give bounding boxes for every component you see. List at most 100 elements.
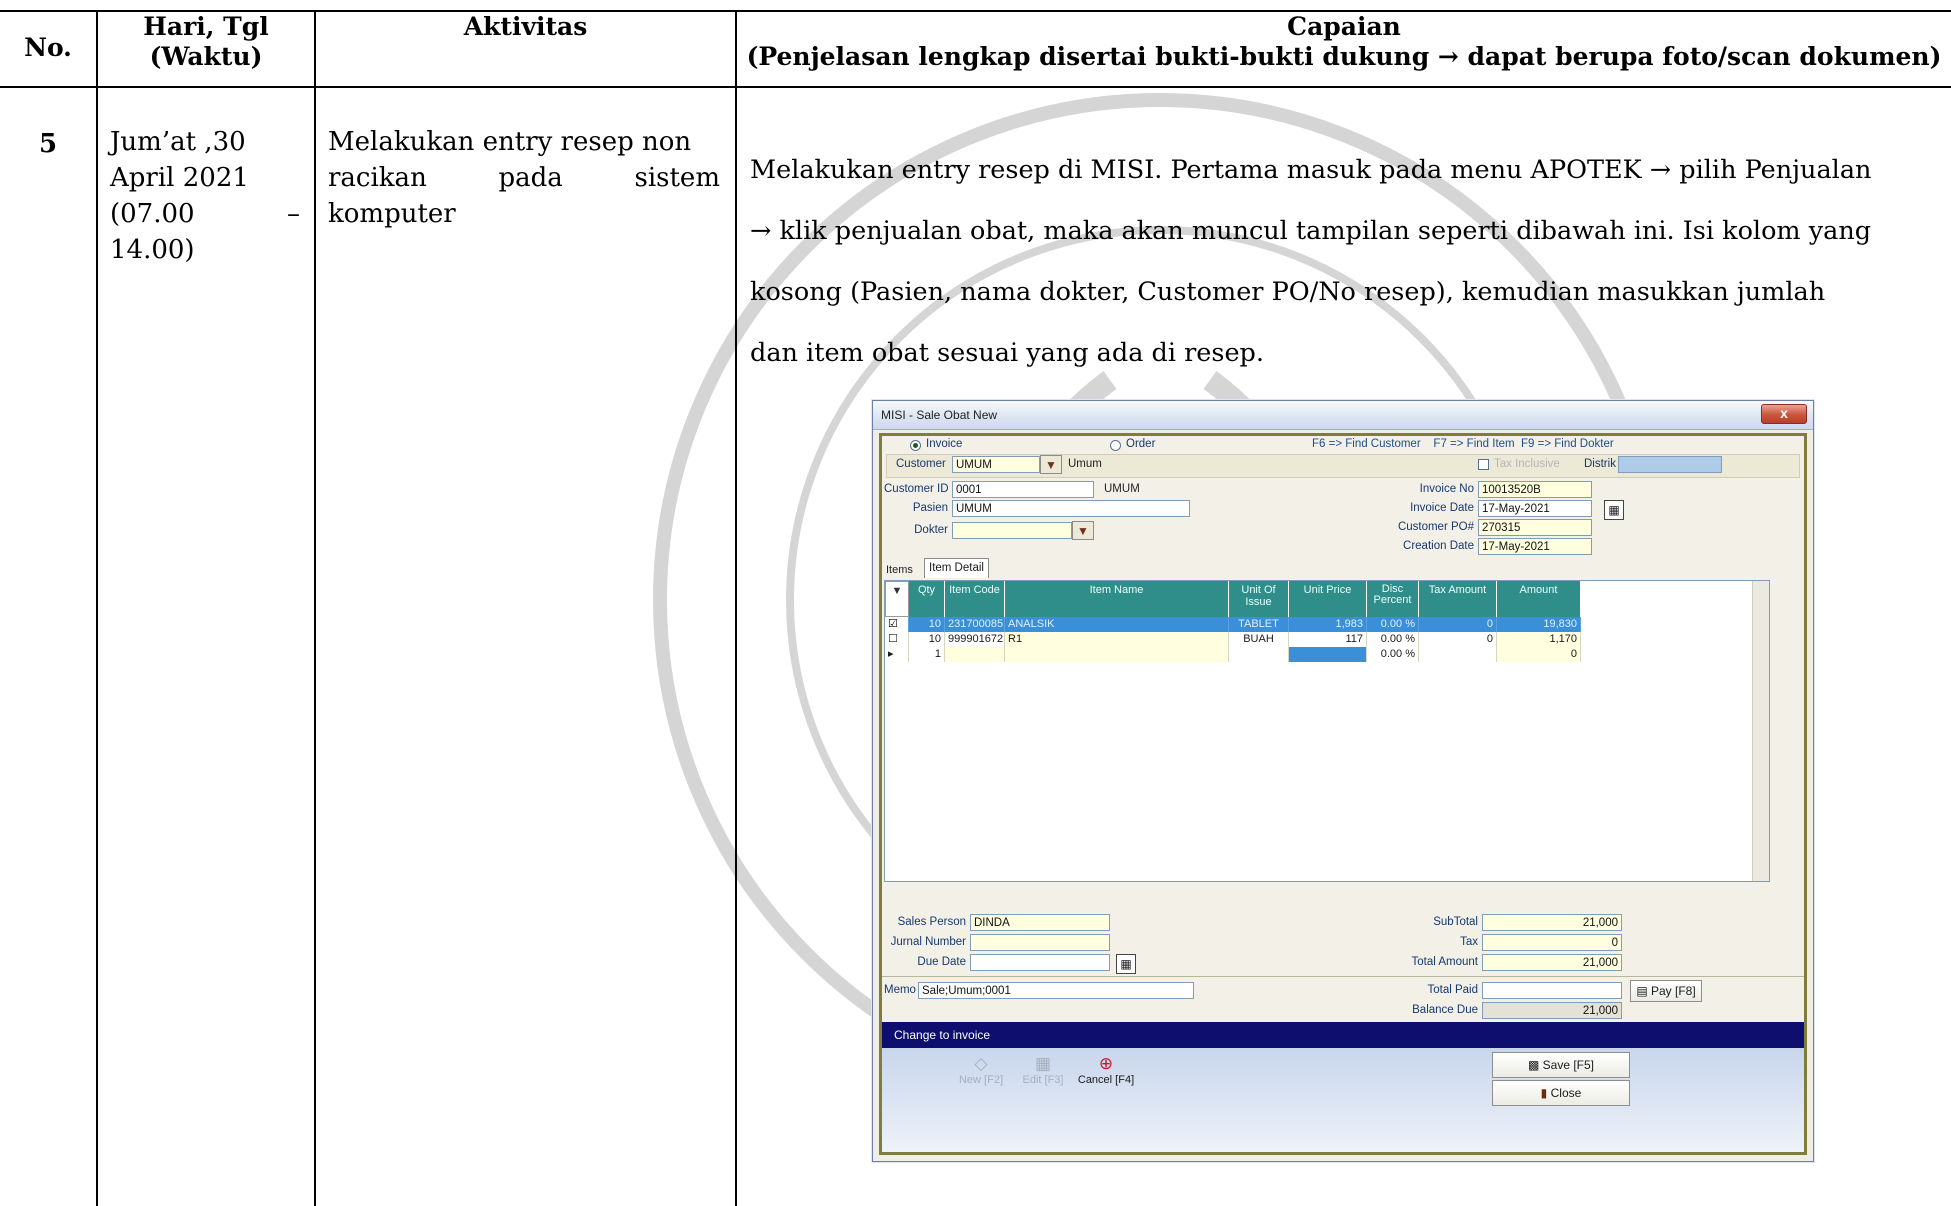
col-disc: Disc Percent <box>1367 581 1419 617</box>
invoice-date-field[interactable]: 17-May-2021 <box>1478 500 1592 517</box>
pay-button[interactable]: ▤ Pay [F8] <box>1630 980 1702 1002</box>
tab-items[interactable]: Items <box>886 564 913 576</box>
distrik-label: Distrik <box>1584 458 1616 470</box>
sales-person-field[interactable]: DINDA <box>970 914 1110 931</box>
col-tax: Tax Amount <box>1419 581 1497 617</box>
due-date-label: Due Date <box>917 956 966 968</box>
new-button[interactable]: ◇ New [F2] <box>956 1054 1006 1086</box>
dokter-lookup-icon[interactable]: ▼ <box>1072 521 1094 540</box>
pasien-field[interactable]: UMUM <box>952 500 1190 517</box>
invoice-date-calendar-icon[interactable]: ▦ <box>1604 500 1624 520</box>
creation-date-field: 17-May-2021 <box>1478 538 1592 555</box>
order-radio-label: Order <box>1126 438 1156 450</box>
row-selector-icon[interactable]: ☐ <box>885 632 909 647</box>
customer-code-field[interactable]: UMUM <box>952 456 1040 473</box>
col-unit: Unit Of Issue <box>1229 581 1289 617</box>
table-col-divider <box>96 10 98 1206</box>
col-amount: Amount <box>1497 581 1581 617</box>
door-icon: ▮ <box>1540 1086 1548 1100</box>
customer-po-field[interactable]: 270315 <box>1478 519 1592 536</box>
balance-due-field: 21,000 <box>1482 1002 1622 1019</box>
row-number: 5 <box>38 129 58 159</box>
row-date: Jum’at ,30 April 2021 (07.00– 14.00) <box>110 127 300 265</box>
grid-scrollbar[interactable] <box>1752 581 1769 881</box>
sales-person-label: Sales Person <box>897 916 966 928</box>
distrik-field[interactable] <box>1618 456 1722 473</box>
col-qty: Qty <box>909 581 945 617</box>
jurnal-label: Jurnal Number <box>890 936 966 948</box>
order-radio[interactable] <box>1110 440 1121 451</box>
window-body: Invoice Order F6 => Find Customer F7 => … <box>879 433 1807 1155</box>
invoice-radio-label: Invoice <box>926 438 963 450</box>
memo-label: Memo <box>884 984 916 996</box>
window-close-button[interactable]: x <box>1761 404 1807 424</box>
tax-inclusive-label: Tax Inclusive <box>1494 458 1560 470</box>
bottom-toolbar: ◇ New [F2] ▦ Edit [F3] ⊕ Cancel [F4] ▩ Save… <box>882 1048 1804 1152</box>
row-activity: Melakukan entry resep non racikan pada s… <box>328 127 720 229</box>
status-bar: Change to invoice <box>882 1022 1804 1048</box>
customer-label: Customer <box>896 458 946 470</box>
customer-lookup-icon[interactable]: ▼ <box>1040 455 1062 474</box>
table-header-divider <box>0 86 1951 88</box>
invoice-date-label: Invoice Date <box>1410 502 1474 514</box>
header-result: Capaian (Penjelasan lengkap disertai buk… <box>746 12 1942 71</box>
tax-inclusive-checkbox[interactable] <box>1478 459 1489 470</box>
grid-menu-icon[interactable]: ▼ <box>885 581 909 617</box>
total-amount-label: Total Amount <box>1411 956 1478 968</box>
customer-name: Umum <box>1068 458 1102 470</box>
cancel-icon: ⊕ <box>1098 1054 1114 1073</box>
window-title: MISI - Sale Obat New <box>881 408 998 422</box>
total-paid-label: Total Paid <box>1427 984 1478 996</box>
table-row[interactable]: ▸ 1 0.00 % 0 <box>885 647 1581 662</box>
invoice-no-field[interactable]: 10013520B <box>1478 481 1592 498</box>
misi-sale-window-screenshot: MISI - Sale Obat New x Invoice Order F6 … <box>872 400 1814 1162</box>
subtotal-field: 21,000 <box>1482 914 1622 931</box>
close-button[interactable]: ▮ Close <box>1492 1080 1630 1106</box>
col-item-code: Item Code <box>945 581 1005 617</box>
total-paid-field[interactable] <box>1482 982 1622 999</box>
invoice-no-label: Invoice No <box>1419 483 1474 495</box>
dokter-field[interactable] <box>952 522 1072 539</box>
items-grid: ▼ Qty Item Code Item Name Unit Of Issue … <box>884 580 1770 882</box>
row-selector-icon[interactable]: ▸ <box>885 647 909 662</box>
table-row[interactable]: ☐ 10 999901672 R1 BUAH 117 0.00 % 0 1,17… <box>885 632 1581 647</box>
divider <box>882 976 1804 977</box>
customer-id-name: UMUM <box>1104 483 1140 495</box>
hotkey-hint: F6 => Find Customer F7 => Find Item F9 =… <box>1312 438 1614 450</box>
pasien-label: Pasien <box>912 502 948 514</box>
balance-due-label: Balance Due <box>1412 1004 1478 1016</box>
table-col-divider <box>314 10 316 1206</box>
edit-icon: ▦ <box>1034 1054 1052 1073</box>
customer-po-label: Customer PO# <box>1397 521 1474 533</box>
save-button[interactable]: ▩ Save [F5] <box>1492 1052 1630 1078</box>
window-titlebar: MISI - Sale Obat New x <box>873 401 1813 430</box>
edit-button[interactable]: ▦ Edit [F3] <box>1018 1054 1068 1086</box>
tax-field: 0 <box>1482 934 1622 951</box>
row-result-text: Melakukan entry resep di MISI. Pertama m… <box>750 155 1872 368</box>
header-date: Hari, Tgl (Waktu) <box>143 12 269 71</box>
jurnal-field[interactable] <box>970 934 1110 951</box>
save-icon: ▩ <box>1527 1058 1540 1072</box>
tax-label: Tax <box>1460 936 1478 948</box>
new-icon: ◇ <box>974 1054 988 1073</box>
table-col-divider <box>735 10 737 1206</box>
total-amount-field: 21,000 <box>1482 954 1622 971</box>
due-date-field[interactable] <box>970 954 1110 971</box>
subtotal-label: SubTotal <box>1433 916 1478 928</box>
customer-id-field[interactable]: 0001 <box>952 481 1094 498</box>
memo-field[interactable]: Sale;Umum;0001 <box>918 982 1194 999</box>
col-unit-price: Unit Price <box>1289 581 1367 617</box>
row-selector-icon[interactable]: ☑ <box>885 617 909 632</box>
customer-id-label: Customer ID <box>884 483 949 495</box>
header-activity: Aktivitas <box>463 12 588 41</box>
invoice-radio[interactable] <box>910 440 921 451</box>
col-item-name: Item Name <box>1005 581 1229 617</box>
header-no: No. <box>24 33 72 62</box>
dokter-label: Dokter <box>914 524 948 536</box>
tab-item-detail[interactable]: Item Detail <box>924 558 989 578</box>
due-date-calendar-icon[interactable]: ▦ <box>1116 954 1136 974</box>
table-row[interactable]: ☑ 10 231700085 ANALSIK TABLET 1,983 0.00… <box>885 617 1581 632</box>
calculator-icon: ▤ <box>1636 984 1648 998</box>
cancel-button[interactable]: ⊕ Cancel [F4] <box>1074 1054 1138 1086</box>
creation-date-label: Creation Date <box>1403 540 1474 552</box>
